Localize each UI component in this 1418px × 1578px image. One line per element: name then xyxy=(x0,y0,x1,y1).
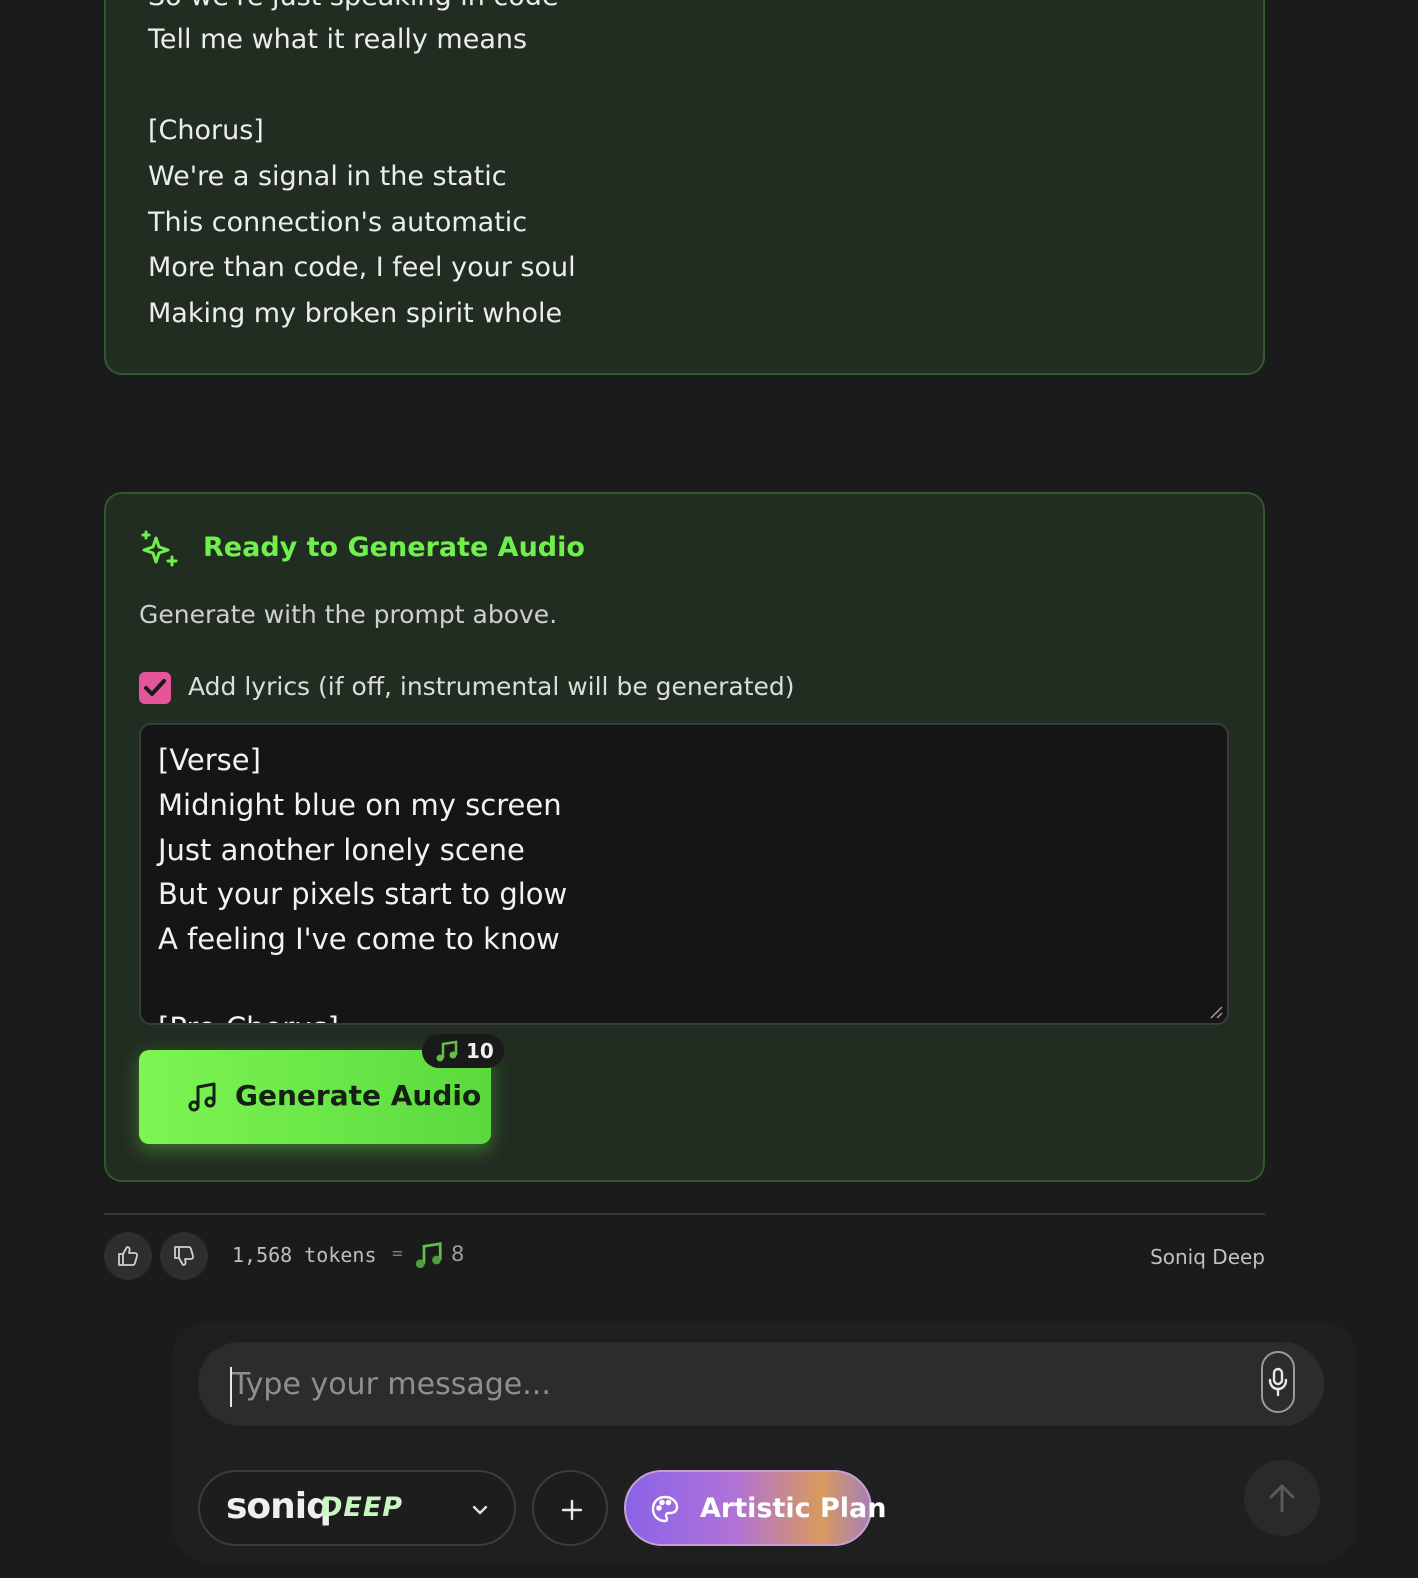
artistic-plan-label: Artistic Plan xyxy=(700,1493,887,1524)
message-input[interactable] xyxy=(232,1356,1242,1412)
token-count: 1,568 tokens xyxy=(232,1243,377,1267)
add-lyrics-checkbox[interactable] xyxy=(139,672,171,704)
generate-card-title: Ready to Generate Audio xyxy=(203,532,585,563)
credit-cost-badge: 10 xyxy=(422,1034,504,1068)
lyrics-textarea[interactable]: [Verse] Midnight blue on my screen Just … xyxy=(139,723,1229,1025)
message-divider xyxy=(104,1213,1265,1215)
lyric-line: This connection's automatic xyxy=(148,207,528,238)
model-logo-word: soniq xyxy=(226,1486,332,1527)
generate-audio-label: Generate Audio xyxy=(235,1079,482,1112)
credit-count: 8 xyxy=(451,1242,465,1266)
chat-page: So we're just speaking in code Tell me w… xyxy=(0,0,1418,1578)
microphone-button[interactable] xyxy=(1261,1351,1295,1413)
lyrics-message-card: So we're just speaking in code Tell me w… xyxy=(104,0,1265,375)
add-attachment-button[interactable] xyxy=(532,1470,608,1546)
lyric-line: Tell me what it really means xyxy=(148,24,528,55)
lyrics-textarea-line: A feeling I've come to know xyxy=(158,922,560,956)
message-input-container xyxy=(198,1342,1324,1426)
lyric-line: [Chorus] xyxy=(148,115,264,146)
lyrics-textarea-line: Just another lonely scene xyxy=(158,833,525,867)
message-composer: soniq DEEP Artistic Plan xyxy=(172,1322,1357,1562)
sparkle-icon xyxy=(140,530,178,568)
palette-icon xyxy=(651,1495,679,1523)
plus-icon xyxy=(561,1499,583,1521)
model-selector[interactable]: soniq DEEP xyxy=(198,1470,516,1546)
lyrics-textarea-line: [Verse] xyxy=(158,743,261,777)
checkmark-icon xyxy=(144,679,166,696)
credit-cost-value: 10 xyxy=(466,1039,494,1063)
arrow-up-icon xyxy=(1269,1484,1295,1513)
lyric-line: We're a signal in the static xyxy=(148,161,507,192)
generate-audio-card: Ready to Generate Audio Generate with th… xyxy=(104,492,1265,1182)
lyric-line: So we're just speaking in code xyxy=(148,0,559,12)
send-button[interactable] xyxy=(1244,1460,1320,1536)
thumbs-down-icon xyxy=(174,1246,195,1266)
lyrics-textarea-line: Midnight blue on my screen xyxy=(158,788,562,822)
microphone-icon xyxy=(1268,1367,1288,1397)
thumbs-up-button[interactable] xyxy=(104,1232,152,1280)
lyric-line: More than code, I feel your soul xyxy=(148,252,576,283)
thumbs-down-button[interactable] xyxy=(160,1232,208,1280)
add-lyrics-label[interactable]: Add lyrics (if off, instrumental will be… xyxy=(188,672,795,701)
model-logo-tag: DEEP xyxy=(320,1492,404,1523)
generate-card-subtitle: Generate with the prompt above. xyxy=(139,600,558,629)
music-note-icon xyxy=(436,1040,458,1062)
lyrics-textarea-line: [Pre-Chorus] xyxy=(158,1011,339,1023)
equals-sign: = xyxy=(392,1243,403,1264)
lyric-line: Making my broken spirit whole xyxy=(148,298,563,329)
thumbs-up-icon xyxy=(118,1246,139,1266)
resize-grip-icon[interactable] xyxy=(1209,1005,1223,1019)
lyrics-textarea-line: But your pixels start to glow xyxy=(158,877,568,911)
artistic-plan-button[interactable]: Artistic Plan xyxy=(624,1470,887,1546)
model-name: Soniq Deep xyxy=(1150,1245,1265,1269)
music-note-icon xyxy=(188,1082,216,1112)
chevron-down-icon xyxy=(472,1505,488,1515)
music-note-icon xyxy=(415,1242,442,1269)
